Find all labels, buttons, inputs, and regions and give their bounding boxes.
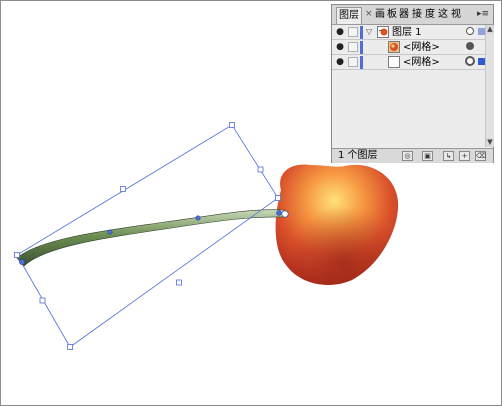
target-circle-icon[interactable]: [466, 42, 474, 50]
layer-color-strip: [360, 41, 363, 54]
lock-toggle[interactable]: [348, 27, 358, 37]
resize-handle-top[interactable]: [229, 122, 235, 128]
resize-handle-right[interactable]: [275, 195, 281, 201]
panel-tab-bar: 图层 × 画 板 器 接 度 这 视 ▸≡: [332, 5, 493, 25]
cherry-body[interactable]: [275, 164, 399, 285]
clipping-mask-icon[interactable]: ▣: [422, 151, 433, 161]
new-sublayer-icon[interactable]: ↳: [443, 151, 454, 161]
layer-row[interactable]: ● ▽ 图层 1: [332, 25, 485, 40]
target-circle-icon[interactable]: [465, 56, 475, 66]
target-circle-icon[interactable]: [466, 27, 474, 35]
eye-icon[interactable]: ●: [334, 41, 346, 53]
bounding-box[interactable]: [14, 122, 281, 350]
layer-thumbnail: [377, 26, 389, 38]
lock-toggle[interactable]: [348, 42, 358, 52]
layer-row[interactable]: ● <网格>: [332, 55, 485, 70]
locate-object-icon[interactable]: ◎: [402, 151, 413, 161]
scroll-down-icon[interactable]: ▼: [486, 138, 494, 147]
trash-icon[interactable]: ⌫: [475, 151, 486, 161]
tab-panel-7[interactable]: 视: [449, 7, 463, 22]
layer-color-strip: [360, 26, 363, 39]
resize-handle-left[interactable]: [14, 252, 20, 258]
layer-count: 1 个图层: [338, 150, 378, 161]
triangle-down-icon[interactable]: ▽: [366, 26, 376, 38]
tab-transparency[interactable]: 度: [423, 7, 437, 22]
mesh-anchor-points[interactable]: [19, 210, 289, 265]
layer-row[interactable]: ● <网格>: [332, 40, 485, 55]
object-thumbnail: [388, 41, 400, 53]
object-thumbnail: [388, 56, 400, 68]
object-name[interactable]: <网格>: [403, 41, 440, 54]
layers-scrollbar[interactable]: ▲ ▼: [485, 25, 494, 147]
layer-color-strip: [360, 56, 363, 69]
layer-name[interactable]: 图层 1: [392, 26, 422, 39]
tab-panel-3[interactable]: 器: [397, 7, 411, 22]
cherry-stem[interactable]: [16, 209, 285, 267]
selection-indicator-icon[interactable]: [478, 58, 485, 65]
layers-panel: 图层 × 画 板 器 接 度 这 视 ▸≡ ● ▽ 图层 1 ● <网格> ●: [331, 4, 494, 163]
new-layer-icon[interactable]: +: [459, 151, 470, 161]
selection-indicator-icon[interactable]: [478, 28, 485, 35]
eye-icon[interactable]: ●: [334, 26, 346, 38]
tab-panel-6[interactable]: 这: [436, 7, 450, 22]
panel-footer: 1 个图层 ◎ ▣ ↳ + ⌫: [332, 148, 493, 163]
panel-menu-icon[interactable]: ▸≡: [477, 8, 489, 20]
tab-layers[interactable]: 图层: [336, 7, 362, 24]
resize-handle-top-left[interactable]: [120, 186, 126, 192]
resize-handle-bottom-left[interactable]: [39, 297, 46, 304]
resize-handle-top-right[interactable]: [257, 166, 264, 173]
tab-panel-4[interactable]: 接: [410, 7, 424, 22]
object-name[interactable]: <网格>: [403, 56, 440, 69]
lock-toggle[interactable]: [348, 57, 358, 67]
resize-handle-bottom-right[interactable]: [176, 279, 182, 286]
scroll-up-icon[interactable]: ▲: [486, 25, 494, 34]
resize-handle-bottom[interactable]: [67, 344, 73, 350]
eye-icon[interactable]: ●: [334, 56, 346, 68]
